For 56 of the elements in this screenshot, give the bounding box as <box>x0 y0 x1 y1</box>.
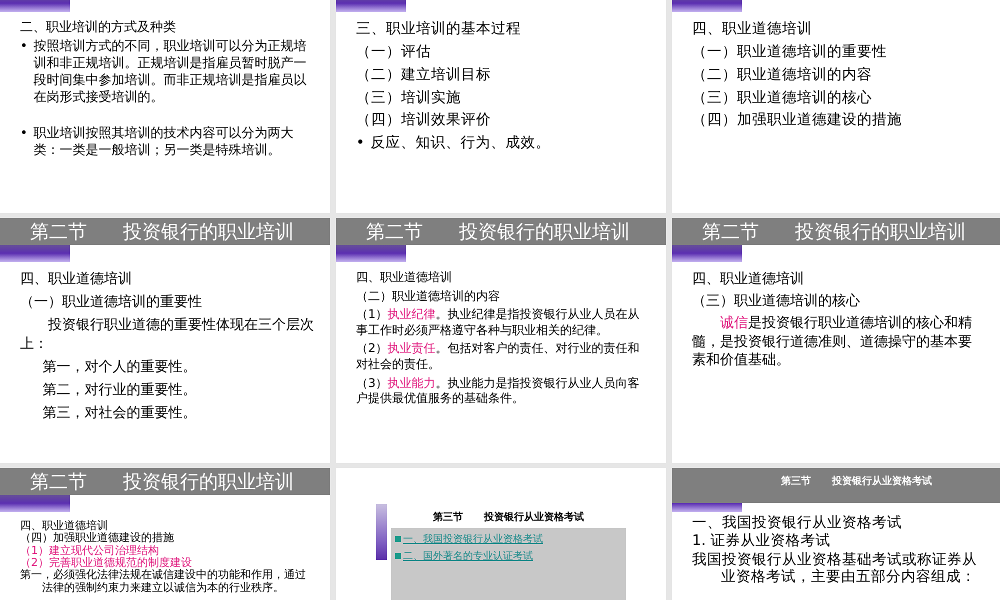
slide-text: （一）职业道德培训的重要性 <box>692 42 888 62</box>
paragraph: 我国投资银行从业资格基础考试或称证券从业资格考试，主要由五部分内容组成： <box>692 552 978 587</box>
slide-text: （一）评估 <box>356 42 432 62</box>
paragraph: 投资银行职业道德的重要性体现在三个层次上： <box>20 316 314 353</box>
slide-thumbnail[interactable]: 四、职业道德培训 （一）职业道德培训的重要性 （二）职业道德培训的内容 （三）职业道德培训的核心 （四）加强职业道德建设的措施 <box>672 0 1000 213</box>
bullet-text: 反应、知识、行为、成效。 <box>370 134 551 154</box>
slide-text: 第二，对行业的重要性。 <box>41 380 198 400</box>
paragraph: 诚信是投资银行职业道德培训的核心和精髓，是投资银行道德准则、道德操守的基本要素和价值基础。 <box>692 314 973 369</box>
slide-text: （四）培训效果评价 <box>356 111 492 130</box>
slide-text: 四、职业道德培训 <box>356 270 453 286</box>
bullet-marker: • <box>356 134 365 154</box>
paragraph: 第一，必须强化法律法规在诚信建设中的功能和作用，通过法律的强制约束力来建立以诚信为本的行业秩序。 <box>20 569 307 594</box>
slide-thumbnail[interactable]: 三、职业培训的基本过程 （一）评估 （二）建立培训目标 （三）培训实施 （四）培训效果评价 • 反应、知识、行为、成效。 <box>336 0 666 213</box>
highlighted-text: （1）建立现代公司治理结构 <box>20 544 159 557</box>
highlighted-text: （2）完善职业道德规范的制度建设 <box>20 556 193 569</box>
slide-text: （三）培训实施 <box>356 88 462 108</box>
slide-text: 二、职业培训的方式及种类 <box>20 20 177 37</box>
slide-thumbnail[interactable]: 第二节 投资银行的职业培训 四、职业道德培训 （一）职业道德培训的重要性 投资银行职业道德的重要性体现在三个层次上： 第一，对个人的重要性。 第二，对行业的重要性。 第三，对社会的重要性。 <box>0 218 330 463</box>
slide-text: （二）建立培训目标 <box>356 66 492 85</box>
slide-text: 第三，对社会的重要性。 <box>41 404 198 422</box>
bullet-text: 按照培训方式的不同，职业培训可以分为正规培训和非正规培训。正规培训是指雇员暂时脱产一段时间集中参加培训。而非正规培训是指雇员以在岗形式接受培训的。 <box>34 38 308 106</box>
paragraph: （3）执业能力。执业能力是指投资银行从业人员向客户提供最优值服务的基础条件。 <box>356 376 641 407</box>
slide-title: 第二节 投资银行的职业培训 <box>30 470 294 494</box>
slide-text: 四、职业道德培训 <box>20 270 133 288</box>
square-bullet-icon <box>395 553 401 559</box>
slide-text: （四）加强职业道德建设的措施 <box>692 111 903 130</box>
slide-title: 第二节 投资银行的职业培训 <box>30 220 294 244</box>
slide-title: 第二节 投资银行的职业培训 <box>366 220 630 244</box>
slide-thumbnail[interactable]: 第二节 投资银行的职业培训 四、职业道德培训 （三）职业道德培训的核心 诚信是投资银行职业道德培训的核心和精髓，是投资银行道德准则、道德操守的基本要素和价值基础。 <box>672 218 1000 463</box>
slide-text: （四）加强职业道德建设的措施 <box>20 532 175 544</box>
slide-text: 四、职业道德培训 <box>692 20 813 39</box>
slide-text: 1. 证券从业资格考试 <box>692 533 832 551</box>
slide-text: 三、职业培训的基本过程 <box>356 20 522 39</box>
slide-text: 四、职业道德培训 <box>692 270 805 288</box>
slide-text: （二）职业道德培训的内容 <box>692 66 873 85</box>
slide-text: 四、职业道德培训 <box>20 520 109 532</box>
slide-title: 第三节 投资银行从业资格考试 <box>781 474 932 488</box>
slide-thumbnail[interactable]: 第二节 投资银行的职业培训 四、职业道德培训 （二）职业道德培训的内容 （1）执业纪律。执业纪律是指投资银行从业人员在从事工作时必须严格遵守各种与职业相关的纪律。 （2）执业责任。包括对客户的责任、对行业的责任和对社会的责任。 （3）执业能力。执业能力是指投资银行从业人员向客户提供最优值服务的基础条件。 <box>336 218 666 463</box>
slide-text: 一、我国投资银行从业资格考试 <box>692 515 903 532</box>
bullet-marker: • <box>20 38 28 56</box>
slide-text: （三）职业道德培训的核心 <box>692 292 861 310</box>
paragraph: （1）执业纪律。执业纪律是指投资银行从业人员在从事工作时必须严格遵守各种与职业相关的纪律。 <box>356 307 641 338</box>
slide-thumbnail[interactable]: 第三节 投资银行从业资格考试 一、我国投资银行从业资格考试 1. 证券从业资格考试 我国投资银行从业资格基础考试或称证券从业资格考试，主要由五部分内容组成： <box>672 468 1000 600</box>
bullet-text: 职业培训按照其培训的技术内容可以分为两大类：一类是一般培训；另一类是特殊培训。 <box>34 126 295 160</box>
paragraph: （2）执业责任。包括对客户的责任、对行业的责任和对社会的责任。 <box>356 341 641 373</box>
slide-title: 第二节 投资银行的职业培训 <box>702 220 966 244</box>
bullet-marker: • <box>20 126 28 144</box>
square-bullet-icon <box>395 536 401 542</box>
slide-text: 第一，对个人的重要性。 <box>41 358 198 376</box>
slide-thumbnail[interactable]: 第二节 投资银行的职业培训 四、职业道德培训 （四）加强职业道德建设的措施 （1）建立现代公司治理结构 （2）完善职业道德规范的制度建设 第一，必须强化法律法规在诚信建设中的功能和作用，通过法律的强制约束力来建立以诚信为本的行业秩序。 <box>0 468 330 600</box>
slide-text: （二）职业道德培训的内容 <box>356 288 501 304</box>
slide-text: （一）职业道德培训的重要性 <box>20 293 203 312</box>
slide-thumbnail[interactable]: 二、职业培训的方式及种类 • 按照培训方式的不同，职业培训可以分为正规培训和非正规培训。正规培训是指雇员暂时脱产一段时间集中参加培训。而非正规培训是指雇员以在岗形式接受培训的。 • 职业培训按照其培训的技术内容可以分为两大类：一类是一般培训；另一类是特殊培训。 <box>0 0 330 213</box>
photo-placeholder <box>376 504 387 560</box>
slide-title: 第三节 投资银行从业资格考试 <box>432 510 585 525</box>
slide-text: （三）职业道德培训的核心 <box>692 88 873 108</box>
